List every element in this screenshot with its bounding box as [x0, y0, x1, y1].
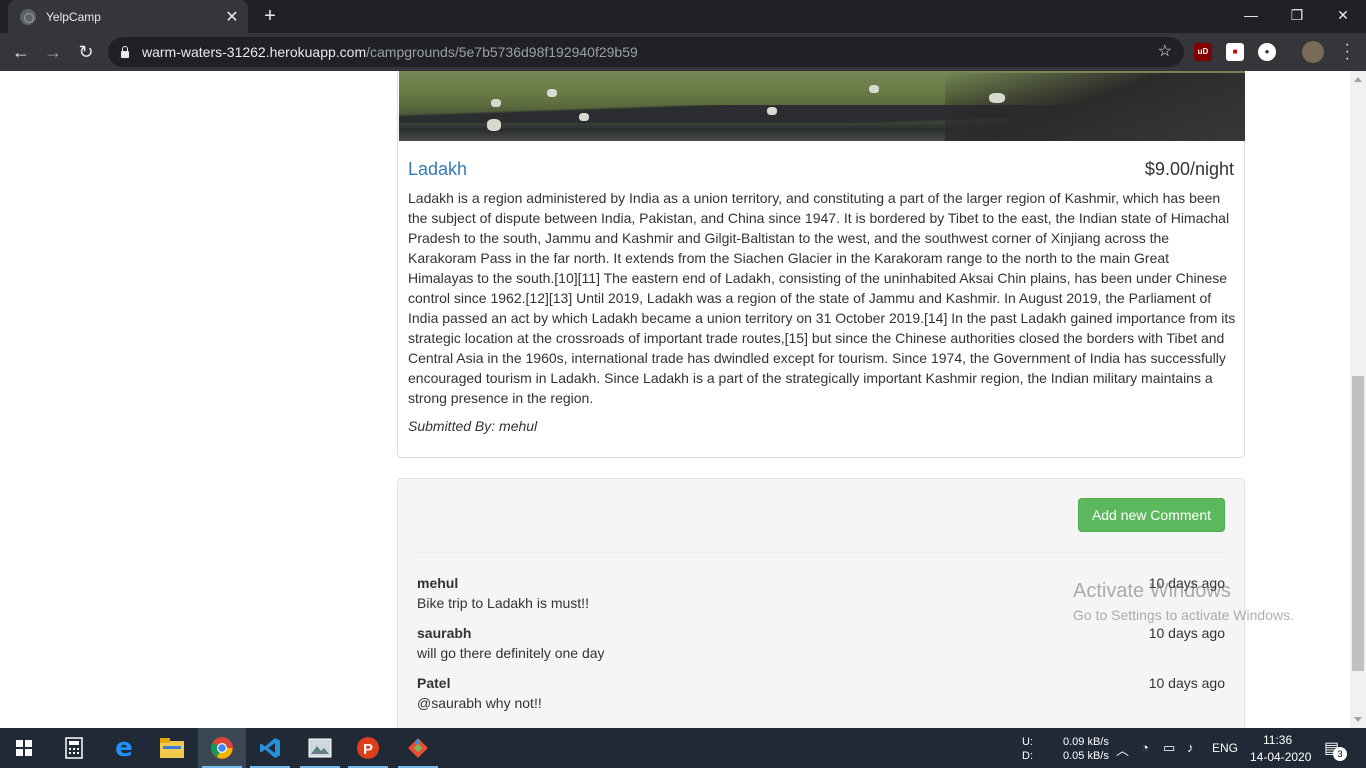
close-tab-icon[interactable]: ✕ — [220, 7, 244, 27]
file-explorer-icon[interactable] — [148, 728, 196, 768]
campground-card: Ladakh $9.00/night Ladakh is a region ad… — [397, 71, 1245, 458]
globe-icon — [20, 8, 36, 25]
comment-date: 10 days ago — [1148, 625, 1225, 641]
edge-icon[interactable]: e — [100, 728, 148, 768]
campground-image — [399, 71, 1245, 141]
clock-date[interactable]: 14-04-2020 — [1250, 750, 1311, 764]
comment-author: Patel — [417, 675, 451, 691]
wifi-icon[interactable]: ◔ — [1141, 740, 1149, 755]
comment-item: Patel 10 days ago @saurabh why not!! — [417, 675, 1225, 715]
windows-taskbar: e P U: D: 0.09 kB/s 0.05 kB/s ︿ ◔ ▭ ♪ EN… — [0, 728, 1366, 768]
net-upload-speed: 0.09 kB/s — [1063, 736, 1109, 748]
close-window-button[interactable]: ✕ — [1320, 0, 1366, 33]
net-upload-label: U: — [1022, 736, 1033, 748]
browser-titlebar: YelpCamp ✕ + — ❐ ✕ — [0, 0, 1366, 33]
svg-text:P: P — [363, 741, 373, 758]
submitted-by: Submitted By: mehul — [408, 418, 538, 434]
volume-icon[interactable]: ♪ — [1187, 740, 1194, 755]
forward-arrow-icon[interactable]: → — [40, 39, 66, 65]
vscode-icon[interactable] — [246, 728, 294, 768]
scroll-down-icon[interactable] — [1354, 717, 1362, 722]
tracker-extension-icon[interactable]: ● — [1258, 43, 1276, 61]
net-download-speed: 0.05 kB/s — [1063, 750, 1109, 762]
url-host: warm-waters-31262.herokuapp.com — [142, 44, 367, 60]
notification-badge: 3 — [1333, 747, 1347, 761]
campground-description: Ladakh is a region administered by India… — [408, 190, 1236, 406]
chevron-up-icon[interactable]: ︿ — [1116, 740, 1129, 759]
scroll-up-icon[interactable] — [1354, 77, 1362, 82]
clock-time[interactable]: 11:36 — [1263, 733, 1292, 747]
browser-tab[interactable]: YelpCamp ✕ — [8, 0, 248, 33]
add-comment-button[interactable]: Add new Comment — [1077, 498, 1225, 532]
menu-dots-icon[interactable]: · · · — [1345, 37, 1350, 67]
comment-text: @saurabh why not!! — [417, 695, 542, 711]
campground-price: $9.00/night — [1144, 159, 1234, 179]
back-arrow-icon[interactable]: ← — [8, 39, 34, 65]
language-indicator[interactable]: ENG — [1212, 741, 1238, 755]
reload-icon[interactable]: ↻ — [73, 39, 99, 65]
minimize-button[interactable]: — — [1228, 0, 1274, 33]
maximize-button[interactable]: ❐ — [1274, 0, 1320, 33]
comment-author: mehul — [417, 575, 459, 591]
vertical-scrollbar[interactable] — [1350, 71, 1366, 728]
comments-well: Add new Comment mehul 10 days ago Bike t… — [397, 478, 1245, 728]
flag-extension-icon[interactable]: ■ — [1226, 43, 1244, 61]
comment-date: 10 days ago — [1148, 575, 1225, 591]
ublock-extension-icon[interactable]: uD — [1194, 43, 1212, 61]
comment-author: saurabh — [417, 625, 472, 641]
chrome-icon[interactable] — [198, 728, 246, 768]
photos-icon[interactable] — [296, 728, 344, 768]
comment-item: mehul 10 days ago Bike trip to Ladakh is… — [417, 575, 1225, 615]
url-path: /campgrounds/5e7b5736d98f192940f29b59 — [366, 44, 638, 60]
campground-name-link[interactable]: Ladakh — [408, 159, 467, 180]
address-bar[interactable]: warm-waters-31262.herokuapp.com/campgrou… — [108, 37, 1184, 67]
divider — [417, 552, 1225, 553]
page-viewport: Ladakh $9.00/night Ladakh is a region ad… — [0, 71, 1350, 728]
comment-date: 10 days ago — [1148, 675, 1225, 691]
windows-start-icon[interactable] — [0, 728, 48, 768]
profile-avatar[interactable] — [1302, 41, 1324, 63]
browser-toolbar: ← → ↻ warm-waters-31262.herokuapp.com/ca… — [0, 33, 1366, 71]
bookmark-star-icon[interactable]: ☆ — [1158, 41, 1172, 61]
comment-text: will go there definitely one day — [417, 645, 605, 661]
calculator-icon[interactable] — [50, 728, 98, 768]
git-icon[interactable] — [394, 728, 442, 768]
postman-icon[interactable]: P — [344, 728, 392, 768]
tab-title: YelpCamp — [46, 9, 101, 24]
scroll-thumb[interactable] — [1352, 376, 1364, 671]
new-tab-button[interactable]: + — [258, 5, 282, 29]
lock-icon — [120, 46, 130, 58]
comment-text: Bike trip to Ladakh is must!! — [417, 595, 589, 611]
net-download-label: D: — [1022, 750, 1033, 762]
comment-item: saurabh 10 days ago will go there defini… — [417, 625, 1225, 665]
battery-icon[interactable]: ▭ — [1163, 740, 1175, 756]
